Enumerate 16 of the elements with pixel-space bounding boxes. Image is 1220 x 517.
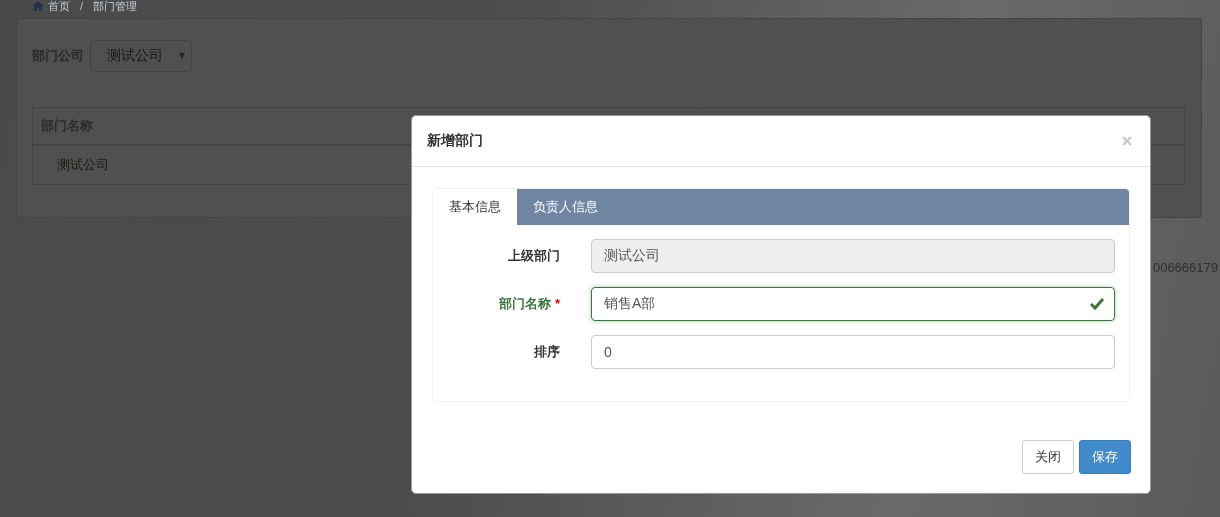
tab[interactable]: 负责人信息 bbox=[517, 189, 614, 225]
home-icon bbox=[32, 1, 44, 11]
caret-icon bbox=[179, 53, 185, 59]
close-icon[interactable] bbox=[1122, 136, 1132, 146]
breadcrumb-link[interactable]: 首页 bbox=[48, 0, 70, 12]
breadcrumb-separator: / bbox=[80, 0, 84, 12]
close-button[interactable]: 关闭 bbox=[1022, 440, 1074, 474]
save-button[interactable]: 保存 bbox=[1079, 440, 1131, 474]
tab[interactable]: 基本信息 bbox=[433, 189, 517, 225]
field-label: 排序 bbox=[533, 343, 561, 361]
field-label: 部门名称 * bbox=[497, 295, 561, 313]
breadcrumb-link[interactable]: 部门管理 bbox=[93, 0, 138, 12]
input-field[interactable]: 销售A部 bbox=[591, 287, 1115, 321]
check-icon bbox=[1090, 298, 1104, 310]
input-field[interactable]: 0 bbox=[591, 335, 1115, 369]
field-label: 上级部门 bbox=[507, 247, 561, 265]
